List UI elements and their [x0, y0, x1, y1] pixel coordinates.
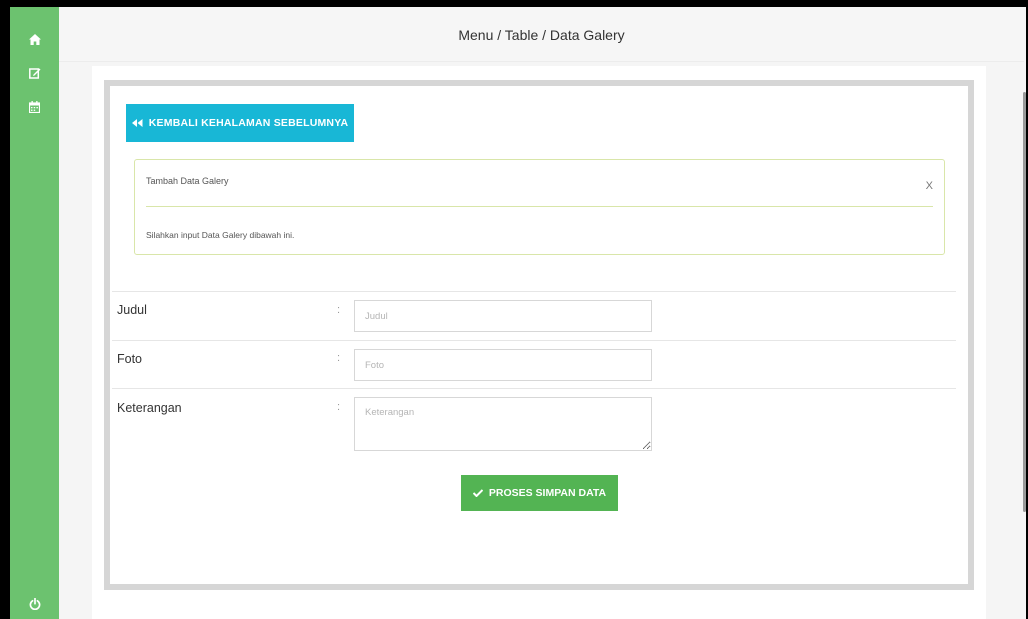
judul-separator: : [337, 304, 341, 316]
check-icon [472, 489, 483, 497]
alert-title: Tambah Data Galery [146, 176, 229, 186]
info-alert: Tambah Data Galery X Silahkan input Data… [134, 159, 945, 255]
back-button[interactable]: KEMBALI KEHALAMAN SEBELUMNYA [126, 104, 354, 142]
keterangan-textarea[interactable] [354, 397, 652, 451]
browser-frame: Menu / Table / Data Galery KEMBALI KEHAL… [0, 0, 1028, 619]
sidebar [10, 7, 59, 619]
row-divider [112, 388, 956, 389]
foto-separator: : [337, 352, 341, 364]
row-divider [112, 340, 956, 341]
keterangan-separator: : [337, 401, 341, 413]
top-bar: Menu / Table / Data Galery [59, 7, 1024, 62]
edit-icon[interactable] [10, 59, 59, 87]
home-icon[interactable] [10, 25, 59, 53]
keterangan-label: Keterangan [117, 401, 182, 415]
foto-input[interactable] [354, 349, 652, 381]
foto-label: Foto [117, 352, 143, 366]
alert-divider [146, 206, 933, 207]
breadcrumb: Menu / Table / Data Galery [458, 27, 625, 43]
form-divider [112, 291, 956, 292]
form-panel [104, 80, 974, 590]
save-button[interactable]: PROSES SIMPAN DATA [461, 475, 618, 511]
alert-close-button[interactable]: X [926, 180, 933, 192]
window-top-border [0, 0, 1028, 7]
window-left-border [0, 0, 10, 619]
alert-message: Silahkan input Data Galery dibawah ini. [146, 230, 295, 240]
double-left-arrow-icon [131, 119, 143, 127]
judul-label: Judul [117, 303, 147, 317]
power-icon[interactable] [10, 590, 59, 618]
back-button-label: KEMBALI KEHALAMAN SEBELUMNYA [148, 117, 349, 129]
calendar-icon[interactable] [10, 93, 59, 121]
save-button-label: PROSES SIMPAN DATA [488, 487, 607, 499]
judul-input[interactable] [354, 300, 652, 332]
